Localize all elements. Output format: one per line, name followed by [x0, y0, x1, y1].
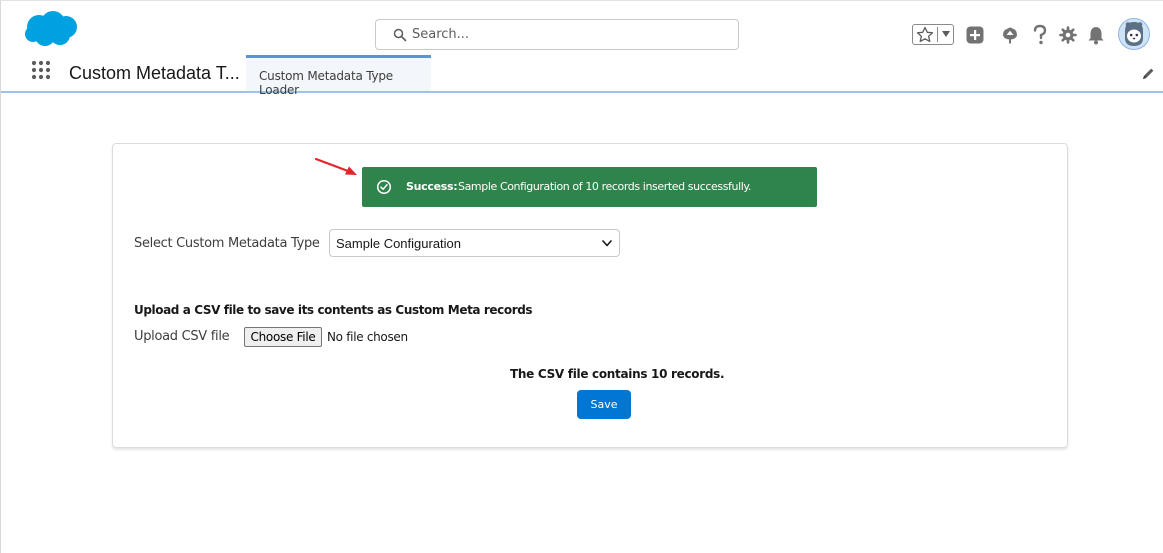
search-input[interactable]: Search... [375, 19, 739, 50]
toast-message: Sample Configuration of 10 records inser… [458, 180, 752, 193]
plus-icon[interactable] [966, 26, 984, 44]
salesforce-cloud-logo[interactable] [23, 10, 79, 48]
bell-icon[interactable] [1087, 25, 1105, 45]
app-frame: Search... Custom Metadata T... Custom Me… [0, 0, 1163, 553]
metadata-type-select[interactable]: Sample Configuration [329, 229, 620, 257]
chevron-down-icon[interactable] [941, 30, 951, 38]
success-check-icon [376, 179, 392, 195]
favorites-button[interactable] [912, 24, 954, 45]
global-header: Search... [1, 1, 1163, 53]
search-icon [393, 28, 407, 42]
edit-pencil-icon[interactable] [1141, 67, 1155, 81]
success-toast: Success: Sample Configuration of 10 reco… [362, 167, 817, 207]
star-icon [916, 26, 934, 43]
favorites-divider [937, 27, 938, 42]
toast-title: Success: [406, 180, 458, 193]
no-file-chosen-text: No file chosen [327, 330, 408, 344]
upload-heading: Upload a CSV file to save its contents a… [134, 303, 533, 317]
annotation-arrow-icon [314, 157, 357, 175]
select-type-label: Select Custom Metadata Type [134, 236, 320, 251]
trailhead-icon[interactable] [1000, 25, 1020, 45]
tab-custom-metadata-type-loader[interactable]: Custom Metadata Type Loader [246, 55, 431, 97]
gear-icon[interactable] [1059, 26, 1077, 44]
upload-csv-label: Upload CSV file [134, 329, 230, 344]
record-count-text: The CSV file contains 10 records. [510, 367, 725, 381]
app-name: Custom Metadata T... [69, 63, 240, 83]
search-placeholder: Search... [412, 27, 470, 42]
help-icon[interactable] [1032, 24, 1048, 46]
save-button[interactable]: Save [577, 390, 631, 419]
select-value: Sample Configuration [336, 236, 462, 251]
navigation-bar: Custom Metadata T... Custom Metadata Typ… [1, 53, 1163, 97]
app-launcher-icon[interactable] [31, 60, 51, 80]
chevron-down-icon [602, 240, 612, 247]
choose-file-button[interactable]: Choose File [244, 327, 322, 347]
tab-label: Custom Metadata Type Loader [259, 69, 393, 97]
avatar[interactable] [1118, 18, 1150, 50]
